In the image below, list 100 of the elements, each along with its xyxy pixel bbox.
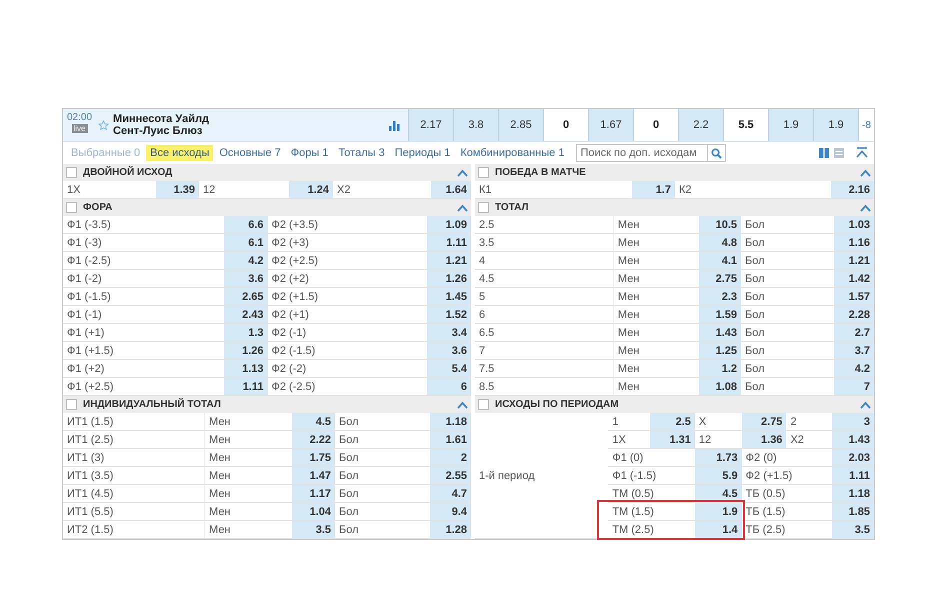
odds-button[interactable]: 1.04	[292, 503, 335, 520]
filter-tab[interactable]: Форы 1	[286, 145, 332, 161]
odds-button[interactable]: 2.03	[832, 449, 874, 466]
odds-button[interactable]: 1.47	[292, 467, 335, 484]
odds-button[interactable]: 3.8	[453, 109, 498, 141]
odds-button[interactable]: 4.5	[292, 413, 335, 430]
odds-button[interactable]: 1.31	[650, 431, 695, 448]
odds-button[interactable]: 3.6	[224, 270, 268, 287]
odds-button[interactable]: 2.43	[224, 306, 268, 323]
odds-button[interactable]: 1.26	[427, 270, 471, 287]
odds-button[interactable]: 1.17	[292, 485, 335, 502]
odds-button[interactable]: 1.08	[698, 378, 741, 395]
columns-view-icon[interactable]	[819, 148, 829, 158]
odds-button[interactable]: 2.5	[650, 413, 695, 430]
checkbox[interactable]	[66, 202, 77, 213]
odds-button[interactable]: 1.09	[427, 216, 471, 233]
collapse-all-icon[interactable]	[856, 147, 868, 159]
odds-button[interactable]: 3.6	[427, 342, 471, 359]
odds-button[interactable]: 3.4	[427, 324, 471, 341]
odds-button[interactable]: 2	[430, 449, 471, 466]
odds-button[interactable]: 1.21	[834, 252, 874, 269]
odds-button[interactable]: 1.4	[694, 521, 742, 538]
odds-button[interactable]: 1.11	[427, 234, 471, 251]
odds-button[interactable]: 1.13	[224, 360, 268, 377]
odds-button[interactable]: 2.75	[742, 413, 786, 430]
checkbox[interactable]	[66, 399, 77, 410]
bar-chart-icon[interactable]	[389, 120, 400, 130]
odds-button[interactable]: 2.65	[224, 288, 268, 305]
odds-button[interactable]: 1.21	[427, 252, 471, 269]
odds-button[interactable]: 2.17	[408, 109, 453, 141]
odds-button[interactable]: 1.9	[768, 109, 813, 141]
collapse-icon[interactable]	[860, 400, 871, 408]
odds-button[interactable]: 1.67	[588, 109, 633, 141]
odds-button[interactable]: 1.42	[834, 270, 874, 287]
odds-button[interactable]: 2.85	[498, 109, 543, 141]
odds-button[interactable]: 1.64	[431, 181, 471, 198]
odds-button[interactable]: 1.75	[292, 449, 335, 466]
list-view-icon[interactable]	[834, 148, 844, 158]
odds-button[interactable]: 2.7	[834, 324, 874, 341]
odds-button[interactable]: 1.85	[832, 503, 874, 520]
odds-button[interactable]: 1.43	[698, 324, 741, 341]
odds-button[interactable]: 4.7	[430, 485, 471, 502]
search-field[interactable]: Поиск по доп. исходам	[576, 144, 726, 162]
filter-tab[interactable]: Периоды 1	[390, 145, 454, 161]
odds-button[interactable]: 6.1	[224, 234, 268, 251]
filter-tab[interactable]: Основные 7	[215, 145, 285, 161]
odds-button[interactable]: 1.59	[698, 306, 741, 323]
odds-button[interactable]: 1.11	[832, 467, 874, 484]
odds-button[interactable]: 2.2	[678, 109, 723, 141]
odds-button[interactable]: 3.7	[834, 342, 874, 359]
odds-button[interactable]: 1.18	[832, 485, 874, 502]
filter-tab[interactable]: Комбинированные 1	[456, 145, 568, 161]
collapse-icon[interactable]	[457, 204, 468, 212]
checkbox[interactable]	[478, 399, 489, 410]
odds-button[interactable]: 3	[832, 413, 874, 430]
odds-button[interactable]: 2.28	[834, 306, 874, 323]
odds-button[interactable]: 1.9	[813, 109, 858, 141]
odds-button[interactable]: 1.3	[224, 324, 268, 341]
odds-button[interactable]: 1.57	[834, 288, 874, 305]
odds-button[interactable]: 1.7	[632, 181, 675, 198]
odds-button[interactable]: 1.36	[742, 431, 786, 448]
filter-tab[interactable]: Тоталы 3	[334, 145, 389, 161]
odds-button[interactable]: 1.24	[289, 181, 333, 198]
odds-button[interactable]: 2.55	[430, 467, 471, 484]
odds-button[interactable]: 4.1	[698, 252, 741, 269]
odds-button[interactable]: 1.18	[430, 413, 471, 430]
odds-button[interactable]: 2.16	[831, 181, 874, 198]
odds-button[interactable]: 2.75	[698, 270, 741, 287]
odds-button[interactable]: 6	[427, 378, 471, 395]
star-icon[interactable]	[98, 120, 110, 130]
collapse-icon[interactable]	[457, 400, 468, 408]
odds-button[interactable]: 4.2	[224, 252, 268, 269]
odds-button[interactable]: 4.8	[698, 234, 741, 251]
odds-button[interactable]: 7	[834, 378, 874, 395]
collapse-icon[interactable]	[860, 168, 871, 176]
checkbox[interactable]	[478, 202, 489, 213]
filter-tab[interactable]: Все исходы	[146, 145, 214, 161]
collapse-icon[interactable]	[860, 204, 871, 212]
checkbox[interactable]	[478, 167, 489, 178]
odds-button[interactable]: 5.4	[427, 360, 471, 377]
odds-button[interactable]: 9.4	[430, 503, 471, 520]
odds-button[interactable]: 1.45	[427, 288, 471, 305]
odds-button[interactable]: 1.03	[834, 216, 874, 233]
odds-button[interactable]: 6.6	[224, 216, 268, 233]
odds-button[interactable]: 2.3	[698, 288, 741, 305]
checkbox[interactable]	[66, 167, 77, 178]
odds-button[interactable]: 4.2	[834, 360, 874, 377]
odds-button[interactable]: 1.52	[427, 306, 471, 323]
collapse-icon[interactable]	[457, 168, 468, 176]
odds-button[interactable]: 1.11	[224, 378, 268, 395]
odds-button[interactable]: -8	[858, 109, 874, 141]
odds-button[interactable]: 10.5	[698, 216, 741, 233]
odds-button[interactable]: 1.25	[698, 342, 741, 359]
odds-button[interactable]: 3.5	[292, 521, 335, 538]
odds-button[interactable]: 3.5	[832, 521, 874, 538]
odds-button[interactable]: 1.61	[430, 431, 471, 448]
odds-button[interactable]: 1.9	[694, 503, 742, 520]
odds-button[interactable]: 1.39	[156, 181, 199, 198]
odds-button[interactable]: 1.26	[224, 342, 268, 359]
odds-button[interactable]: 1.43	[832, 431, 874, 448]
